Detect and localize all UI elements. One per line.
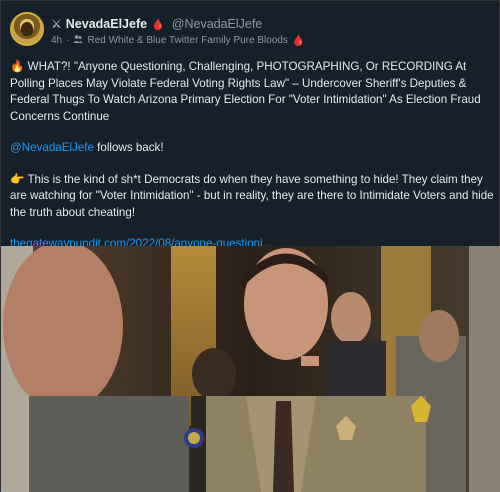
author-handle[interactable]: @NevadaElJefe <box>172 17 263 31</box>
photo-sheriff-deputies <box>1 246 500 492</box>
people-icon <box>73 34 84 47</box>
crossed-swords-icon: ⚔ <box>51 17 62 31</box>
follow-text: follows back! <box>93 141 164 154</box>
author-avatar[interactable] <box>10 12 44 46</box>
tweet-media-image[interactable] <box>1 246 500 492</box>
community-name[interactable]: Red White & Blue Twitter Family Pure Blo… <box>87 35 287 46</box>
paragraph-follow: @NevadaElJefe follows back! <box>10 140 494 157</box>
blood-drop-icon: 🩸 <box>291 35 306 47</box>
tweet-meta: 4h · Red White & Blue Twitter Family Pur… <box>51 34 306 47</box>
pointing-hand-icon: 👉 <box>10 172 25 186</box>
comment-text: This is the kind of sh*t Democrats do wh… <box>10 172 494 219</box>
meta-separator: · <box>66 35 70 46</box>
mention-link[interactable]: @NevadaElJefe <box>10 141 94 154</box>
tweet-time[interactable]: 4h <box>51 35 62 46</box>
tweet-card[interactable]: ⚔ NevadaElJefe 🩸 @NevadaElJefe 4h · Red … <box>0 0 500 492</box>
paragraph-comment: 👉 This is the kind of sh*t Democrats do … <box>10 172 494 222</box>
tweet-header: ⚔ NevadaElJefe 🩸 @NevadaElJefe <box>51 17 262 31</box>
blood-drop-icon: 🩸 <box>151 18 165 31</box>
headline-text: WHAT?! "Anyone Questioning, Challenging,… <box>10 60 481 123</box>
tweet-text: 🔥 WHAT?! "Anyone Questioning, Challengin… <box>10 59 494 268</box>
author-display-name[interactable]: NevadaElJefe <box>66 17 147 31</box>
paragraph-headline: 🔥 WHAT?! "Anyone Questioning, Challengin… <box>10 59 494 125</box>
fire-icon: 🔥 <box>10 60 25 73</box>
